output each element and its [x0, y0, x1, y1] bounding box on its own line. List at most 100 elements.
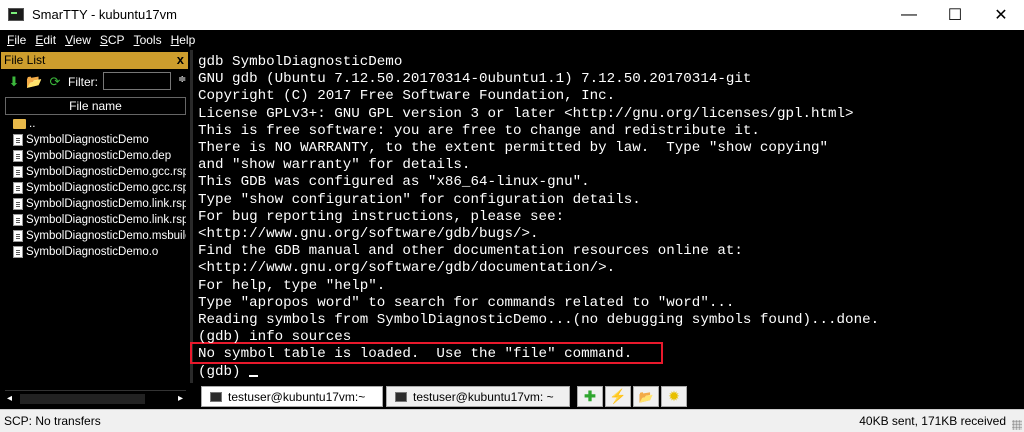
- close-button[interactable]: ✕: [978, 0, 1024, 30]
- menu-scp[interactable]: SCP: [96, 33, 130, 47]
- terminal-line: No symbol table is loaded. Use the "file…: [198, 345, 632, 363]
- tab-label: testuser@kubuntu17vm:~: [228, 389, 366, 404]
- tab-session-1[interactable]: testuser@kubuntu17vm:~: [201, 386, 383, 407]
- terminal-line: License GPLv3+: GNU GPL version 3 or lat…: [198, 105, 854, 123]
- filter-input[interactable]: [103, 72, 171, 90]
- terminal-line-text: For help, type "help".: [198, 277, 386, 294]
- file-icon: [13, 214, 23, 226]
- file-name: SymbolDiagnosticDemo.link.rsp: [26, 214, 186, 226]
- smartty-window: SmarTTY - kubuntu17vm — ☐ ✕ File Edit Vi…: [0, 0, 1024, 432]
- terminal-line-text: There is NO WARRANTY, to the extent perm…: [198, 140, 829, 156]
- file-name: SymbolDiagnosticDemo: [26, 134, 149, 146]
- menu-file[interactable]: File: [3, 33, 31, 47]
- terminal-line-text: <http://www.gnu.org/software/gdb/bugs/>.: [198, 226, 539, 242]
- terminal-tab-icon: [210, 391, 222, 402]
- scp-status: SCP: No transfers: [4, 414, 101, 428]
- filter-label: Filter:: [68, 75, 98, 89]
- terminal-line-text: License GPLv3+: GNU GPL version 3 or lat…: [198, 105, 854, 122]
- terminal-line: Find the GDB manual and other documentat…: [198, 242, 743, 260]
- terminal-app-icon: [8, 8, 24, 21]
- file-name: SymbolDiagnosticDemo.link.rsp: [26, 198, 186, 210]
- terminal-line-text: This is free software: you are free to c…: [198, 122, 760, 139]
- file-name: SymbolDiagnosticDemo.msbuild: [26, 230, 186, 242]
- file-list-close-button[interactable]: x: [177, 52, 184, 67]
- file-icon: [13, 182, 23, 194]
- terminal-tab-icon: [395, 391, 407, 402]
- file-icon: [13, 150, 23, 162]
- file-icon: [13, 134, 23, 146]
- terminal-line: <http://www.gnu.org/software/gdb/documen…: [198, 259, 615, 277]
- maximize-button[interactable]: ☐: [932, 0, 978, 30]
- download-icon[interactable]: ⬇: [6, 74, 22, 90]
- file-list-item[interactable]: SymbolDiagnosticDemo.dep: [5, 148, 186, 164]
- file-list-item[interactable]: SymbolDiagnosticDemo.link.rsp: [5, 196, 186, 212]
- terminal-line-text: and "show warranty" for details.: [198, 157, 471, 174]
- file-icon: [13, 198, 23, 210]
- menu-bar: File Edit View SCP Tools Help: [0, 30, 1024, 50]
- tab-session-2[interactable]: testuser@kubuntu17vm: ~: [386, 386, 570, 407]
- terminal-line-text: This GDB was configured as "x86_64-linux…: [198, 174, 590, 191]
- terminal-line: This GDB was configured as "x86_64-linux…: [198, 173, 590, 191]
- traffic-status: 40KB sent, 171KB received: [859, 414, 1006, 428]
- file-list: .. SymbolDiagnosticDemo SymbolDiagnosticDe…: [5, 116, 186, 260]
- terminal-line-text: (gdb) info sources: [198, 329, 352, 346]
- file-name-column-header[interactable]: File name: [5, 97, 186, 115]
- terminal-line-text: Find the GDB manual and other documentat…: [198, 243, 743, 260]
- panel-splitter[interactable]: [190, 50, 193, 383]
- refresh-icon[interactable]: ⟳: [47, 74, 63, 90]
- tab-label: testuser@kubuntu17vm: ~: [413, 389, 554, 404]
- new-tab-icon: ✚: [584, 388, 596, 404]
- menu-tools[interactable]: Tools: [130, 33, 167, 47]
- file-list-horizontal-scrollbar[interactable]: ◂ ▸: [5, 390, 186, 407]
- terminal-line: GNU gdb (Ubuntu 7.12.50.20170314-0ubuntu…: [198, 70, 751, 88]
- file-list-item[interactable]: SymbolDiagnosticDemo.link.rsp: [5, 212, 186, 228]
- session-tab-bar: testuser@kubuntu17vm:~ testuser@kubuntu1…: [193, 386, 1024, 407]
- filter-options-icon[interactable]: ≑: [178, 74, 186, 85]
- lightning-icon: ⚡: [609, 388, 627, 404]
- scrollbar-thumb[interactable]: [20, 394, 145, 404]
- terminal-line: Type "apropos word" to search for comman…: [198, 294, 734, 312]
- terminal-line-text: <http://www.gnu.org/software/gdb/documen…: [198, 260, 616, 277]
- menu-help[interactable]: Help: [167, 33, 201, 47]
- folder-open-icon[interactable]: 📂: [26, 74, 42, 90]
- open-folder-button[interactable]: 📂: [633, 386, 659, 407]
- folder-open-icon: 📂: [638, 389, 654, 404]
- file-name: SymbolDiagnosticDemo.dep: [26, 150, 172, 162]
- file-list-panel: File List x ⬇ 📂 ⟳ Filter: ≑ File name ..…: [0, 50, 190, 407]
- file-list-title: File List: [4, 53, 46, 67]
- terminal-line-text: (gdb): [198, 363, 241, 380]
- file-list-item[interactable]: SymbolDiagnosticDemo.msbuild: [5, 228, 186, 244]
- terminal-line: (gdb): [198, 363, 258, 381]
- file-list-header: File List x: [1, 52, 188, 69]
- file-list-item[interactable]: SymbolDiagnosticDemo.gcc.rsp: [5, 180, 186, 196]
- minimize-button[interactable]: —: [886, 0, 932, 30]
- menu-edit[interactable]: Edit: [31, 33, 61, 47]
- file-list-item[interactable]: SymbolDiagnosticDemo: [5, 132, 186, 148]
- terminal-line: <http://www.gnu.org/software/gdb/bugs/>.: [198, 225, 539, 243]
- terminal-line: and "show warranty" for details.: [198, 156, 470, 174]
- scroll-right-icon[interactable]: ▸: [178, 393, 183, 404]
- resize-grip[interactable]: [1012, 420, 1022, 430]
- terminal-line-text: GNU gdb (Ubuntu 7.12.50.20170314-0ubuntu…: [198, 71, 752, 88]
- terminal-line: This is free software: you are free to c…: [198, 122, 760, 140]
- text-cursor: [248, 374, 258, 377]
- file-list-item[interactable]: ..: [5, 116, 186, 132]
- scroll-left-icon[interactable]: ◂: [7, 393, 12, 404]
- file-list-item[interactable]: SymbolDiagnosticDemo.gcc.rsp: [5, 164, 186, 180]
- quick-action-button[interactable]: ⚡: [605, 386, 631, 407]
- terminal-output[interactable]: gdb SymbolDiagnosticDemo GNU gdb (Ubuntu …: [190, 50, 1016, 383]
- file-list-toolbar: ⬇ 📂 ⟳ Filter: ≑: [0, 70, 190, 94]
- menu-view[interactable]: View: [61, 33, 96, 47]
- terminal-line-text: For bug reporting instructions, please s…: [198, 208, 565, 225]
- title-bar[interactable]: SmarTTY - kubuntu17vm — ☐ ✕: [0, 0, 1024, 31]
- terminal-line: For bug reporting instructions, please s…: [198, 208, 564, 226]
- file-icon: [13, 166, 23, 178]
- terminal-line: There is NO WARRANTY, to the extent perm…: [198, 139, 828, 157]
- terminal-line: Copyright (C) 2017 Free Software Foundat…: [198, 87, 615, 105]
- file-name: SymbolDiagnosticDemo.o: [26, 246, 159, 258]
- status-bar: SCP: No transfers 40KB sent, 171KB recei…: [0, 409, 1024, 432]
- new-tab-button[interactable]: ✚: [577, 386, 603, 407]
- file-list-item[interactable]: SymbolDiagnosticDemo.o: [5, 244, 186, 260]
- settings-button[interactable]: ✹: [661, 386, 687, 407]
- terminal-line-text: No symbol table is loaded. Use the "file…: [198, 346, 633, 363]
